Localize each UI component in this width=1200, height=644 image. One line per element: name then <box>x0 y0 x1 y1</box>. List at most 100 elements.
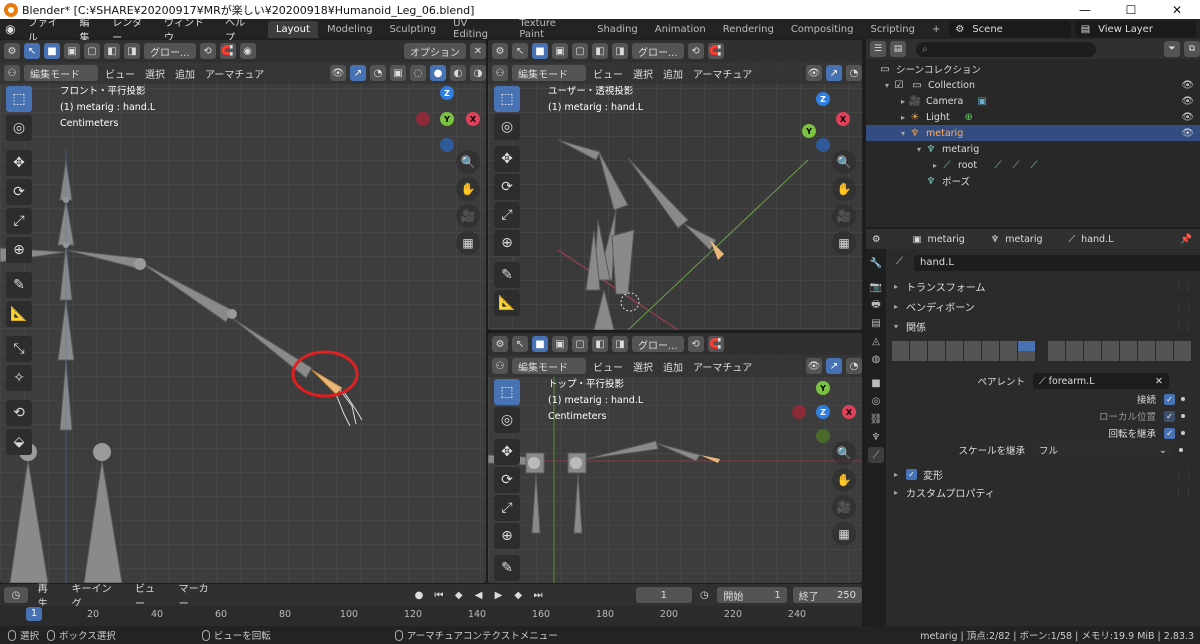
visibility-eye-icon[interactable]: 👁 <box>1181 80 1194 91</box>
play-reverse-icon[interactable]: ◀ <box>472 588 486 602</box>
inherit-scale-dropdown[interactable]: フル ⌄ <box>1033 442 1173 458</box>
select-tool-icon[interactable]: ↖ <box>24 43 40 59</box>
keyframe-dot-icon[interactable] <box>1181 397 1185 401</box>
camera-view-icon[interactable]: 🎥 <box>456 204 480 228</box>
editor-type-icon[interactable]: ⚙ <box>492 43 508 59</box>
xray-icon[interactable]: ▣ <box>390 65 406 81</box>
tab-shading[interactable]: Shading <box>589 21 646 38</box>
ortho-toggle-icon[interactable]: ▦ <box>832 522 856 546</box>
record-icon[interactable]: ● <box>412 588 426 602</box>
zoom-icon[interactable]: 🔍 <box>832 150 856 174</box>
gizmo-y-axis[interactable]: Y <box>816 381 830 395</box>
snap-icon[interactable]: 🧲 <box>707 43 724 59</box>
outliner-search-input[interactable]: ⌕ <box>916 41 1096 57</box>
editor-type-icon[interactable]: ⚙ <box>4 43 20 59</box>
transform-orientation-dropdown[interactable]: グロー... <box>632 336 684 352</box>
visibility-icon[interactable]: 👁 <box>806 358 822 374</box>
pivot-icon[interactable]: ⟲ <box>687 336 704 352</box>
start-frame-field[interactable]: 開始 1 <box>717 587 787 603</box>
constraints-tab-icon[interactable]: ⛓ <box>868 411 884 427</box>
bone-tab-icon[interactable]: ⟋ <box>868 447 884 463</box>
select-mode-intersect-icon[interactable]: ◨ <box>612 336 628 352</box>
camera-view-icon[interactable]: 🎥 <box>832 495 856 519</box>
gizmo-x-axis[interactable]: X <box>842 405 856 419</box>
tab-uv-editing[interactable]: UV Editing <box>445 15 510 43</box>
menu-view[interactable]: ビュー <box>590 66 626 81</box>
tool-move[interactable]: ✥ <box>494 146 520 172</box>
outliner-row-pose[interactable]: ♆ ポーズ <box>866 173 1200 189</box>
tool-move[interactable]: ✥ <box>494 439 520 465</box>
keyframe-dot-icon[interactable] <box>1179 448 1183 452</box>
select-mode-new-icon[interactable]: ■ <box>532 43 548 59</box>
tool-transform[interactable]: ⊕ <box>6 237 32 263</box>
overlay-icon[interactable]: ◔ <box>846 358 862 374</box>
tool-measure[interactable]: 📐 <box>6 301 32 327</box>
bone-name-field[interactable]: hand.L <box>914 255 1200 271</box>
gizmo-z-axis[interactable]: Z <box>816 92 830 106</box>
pin-icon[interactable]: 📌 <box>1180 234 1192 245</box>
editor-type-icon[interactable]: ⚙ <box>492 336 508 352</box>
drag-handle-icon[interactable]: ⋮⋮ <box>1174 281 1194 291</box>
tool-select-box[interactable]: ⬚ <box>6 86 32 112</box>
gizmo-y-axis[interactable]: Y <box>802 124 816 138</box>
parent-field[interactable]: ⟋ forearm.L ✕ <box>1033 373 1169 389</box>
select-mode-extend-icon[interactable]: ▣ <box>552 336 568 352</box>
armature-data-tab-icon[interactable]: ♆ <box>868 429 884 445</box>
timeline-editor-icon[interactable]: ◷ <box>4 587 28 603</box>
pan-icon[interactable]: ✋ <box>456 177 480 201</box>
panel-transform[interactable]: ▸ トランスフォーム ⋮⋮ <box>888 277 1200 295</box>
close-window-button[interactable]: ✕ <box>1154 3 1200 17</box>
gizmo-z-axis[interactable]: Z <box>440 86 454 100</box>
gizmo-toggle-icon[interactable]: ↗ <box>826 65 842 81</box>
drag-handle-icon[interactable]: ⋮⋮ <box>1174 301 1194 311</box>
expand-arrow-icon[interactable]: ▸ <box>898 113 908 122</box>
mode-dropdown[interactable]: 編集モード <box>512 65 586 81</box>
select-mode-intersect-icon[interactable]: ◨ <box>612 43 628 59</box>
gizmo-neg-z-axis[interactable] <box>440 138 454 152</box>
expand-arrow-icon[interactable]: ▾ <box>898 129 908 138</box>
zoom-icon[interactable]: 🔍 <box>832 441 856 465</box>
tab-texture-paint[interactable]: Texture Paint <box>511 15 588 43</box>
menu-add[interactable]: 追加 <box>660 359 686 374</box>
pan-icon[interactable]: ✋ <box>832 177 856 201</box>
new-collection-icon[interactable]: ⧉ <box>1184 41 1200 57</box>
tool-scale[interactable]: ⤢ <box>6 208 32 234</box>
ortho-toggle-icon[interactable]: ▦ <box>456 231 480 255</box>
next-keyframe-icon[interactable]: ◆ <box>511 588 525 602</box>
select-mode-subtract-icon[interactable]: ▢ <box>572 43 588 59</box>
gizmo-toggle-icon[interactable]: ↗ <box>350 65 366 81</box>
navigation-gizmo[interactable]: Z Y X <box>412 84 482 154</box>
viewport-front[interactable]: ⚙ ↖ ■ ▣ ▢ ◧ ◨ グロー... ⟲ 🧲 ◉ オプション ✕ ⚇ 編集モ… <box>0 40 486 583</box>
visibility-eye-icon[interactable]: 👁 <box>1181 96 1194 107</box>
outliner-row-collection[interactable]: ▾ ☑ ▭ Collection 👁 <box>866 77 1200 93</box>
render-tab-icon[interactable]: 📷 <box>868 279 884 295</box>
tool-move[interactable]: ✥ <box>6 150 32 176</box>
scene-selector[interactable]: ⚙ Scene <box>949 21 1071 37</box>
tool-roll[interactable]: ⟲ <box>6 400 32 426</box>
tool-annotate[interactable]: ✎ <box>6 272 32 298</box>
menu-view[interactable]: ビュー <box>590 359 626 374</box>
gizmo-y-axis[interactable]: Y <box>440 112 454 126</box>
tab-layout[interactable]: Layout <box>267 20 318 38</box>
view-layer-selector[interactable]: ▤ View Layer <box>1074 21 1197 37</box>
tool-measure[interactable]: 📐 <box>494 290 520 316</box>
mode-dropdown[interactable]: 編集モード <box>512 358 586 374</box>
select-mode-subtract-icon[interactable]: ▢ <box>84 43 100 59</box>
tool-rotate[interactable]: ⟳ <box>494 174 520 200</box>
output-tab-icon[interactable]: 🖶 <box>868 297 884 313</box>
tool-bone-size[interactable]: ⤡ <box>6 336 32 362</box>
outliner-row-root-bone[interactable]: ▸ ⟋ root ⟋ ⟋ ⟋ <box>866 157 1200 173</box>
shading-solid-icon[interactable]: ● <box>430 65 446 81</box>
drag-handle-icon[interactable]: ⋮⋮ <box>1174 469 1194 479</box>
bone-layers-group-1-row-2[interactable] <box>892 351 1035 373</box>
play-icon[interactable]: ▶ <box>492 588 506 602</box>
expand-arrow-icon[interactable]: ▾ <box>914 145 924 154</box>
panel-custom-properties[interactable]: ▸ カスタムプロパティ ⋮⋮ <box>888 483 1200 501</box>
tool-tab-icon[interactable]: 🔧 <box>868 255 884 271</box>
blender-menu-icon[interactable]: ◉ <box>0 19 21 39</box>
pan-icon[interactable]: ✋ <box>832 468 856 492</box>
select-mode-new-icon[interactable]: ■ <box>44 43 60 59</box>
tool-rotate[interactable]: ⟳ <box>494 467 520 493</box>
gizmo-x-axis[interactable]: X <box>466 112 480 126</box>
ortho-toggle-icon[interactable]: ▦ <box>832 231 856 255</box>
